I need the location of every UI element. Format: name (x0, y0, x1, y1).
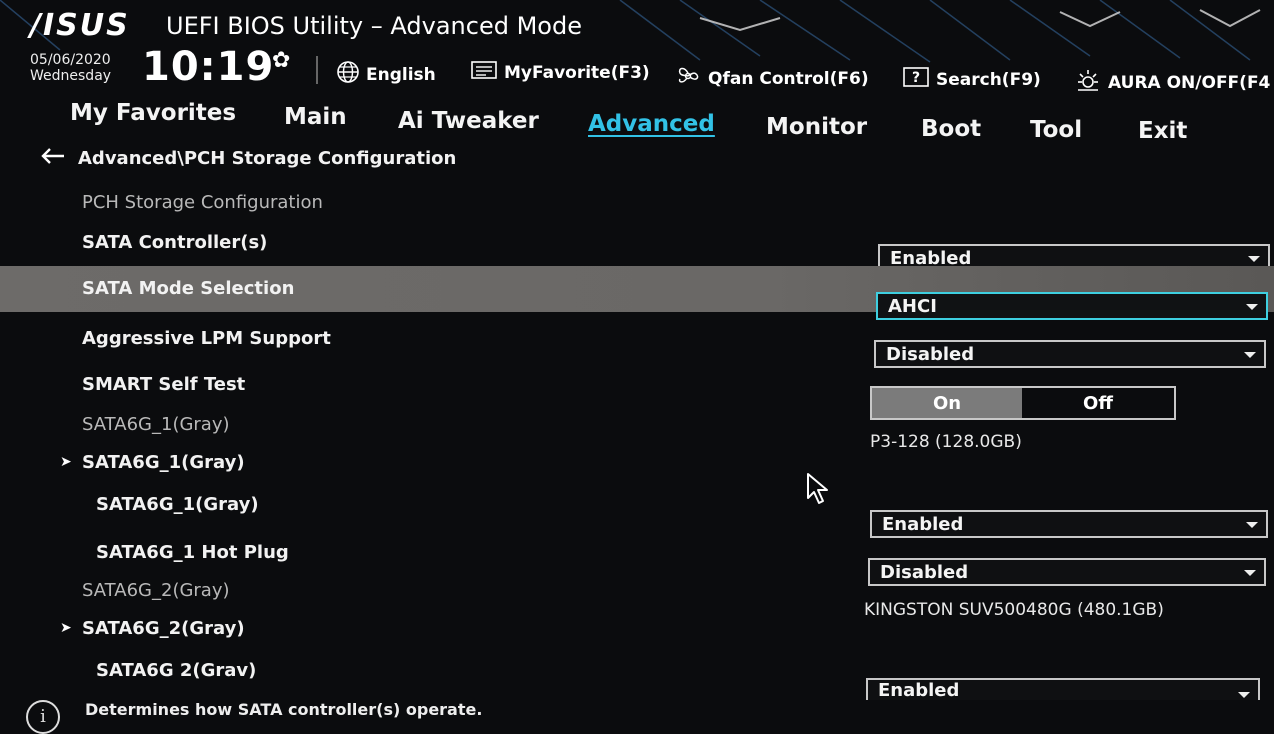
globe-icon (336, 60, 360, 89)
breadcrumb-path: Advanced\PCH Storage Configuration (78, 148, 457, 169)
section-title-row: PCH Storage Configuration (0, 182, 1274, 226)
chevron-down-icon (1246, 522, 1258, 528)
submenu-row-sata6g-2[interactable]: ➤ SATA6G_2(Gray) (0, 608, 1274, 652)
chevron-down-icon (1248, 256, 1260, 262)
expand-arrow-icon: ➤ (60, 454, 72, 470)
aura-label: AURA ON/OFF(F4 (1108, 72, 1271, 93)
svg-text:?: ? (912, 70, 920, 86)
submenu-label: SATA6G_1(Gray) (82, 452, 245, 473)
tab-my-favorites[interactable]: My Favorites (70, 100, 236, 126)
chevron-down-icon (1246, 304, 1258, 310)
setting-label: SATA6G_1(Gray) (96, 494, 259, 515)
gear-icon[interactable]: ✿ (272, 48, 290, 73)
qfan-control-button[interactable]: Qfan Control(F6) (674, 64, 869, 93)
date-text: 05/06/2020 (30, 52, 111, 68)
language-button[interactable]: English (336, 60, 436, 89)
back-arrow-icon[interactable] (40, 148, 66, 169)
port-label: SATA6G_1(Gray) (82, 414, 230, 435)
submenu-row-sata6g-1[interactable]: ➤ SATA6G_1(Gray) (0, 442, 1274, 486)
chevron-down-icon (1238, 692, 1250, 698)
setting-label: SATA6G_1 Hot Plug (96, 542, 289, 563)
tab-main[interactable]: Main (284, 104, 347, 130)
dropdown-value: Enabled (878, 680, 960, 700)
setting-label: Aggressive LPM Support (82, 328, 331, 349)
tab-exit[interactable]: Exit (1138, 118, 1187, 144)
setting-label: SATA6G 2(Grav) (96, 660, 257, 681)
asus-logo: /ISUS (30, 8, 130, 43)
section-title: PCH Storage Configuration (82, 192, 323, 213)
top-bar: /ISUS UEFI BIOS Utility – Advanced Mode … (0, 0, 1274, 100)
app-title: UEFI BIOS Utility – Advanced Mode (166, 12, 582, 40)
port-label: SATA6G_2(Gray) (82, 580, 230, 601)
favorite-icon (470, 60, 498, 85)
sata6g-2-port-dropdown[interactable]: Enabled (866, 678, 1260, 700)
clock: 10:19 (142, 44, 275, 90)
separator (316, 56, 318, 84)
sata-mode-dropdown[interactable]: AHCI (876, 292, 1268, 320)
search-label: Search(F9) (936, 69, 1041, 90)
myfavorite-button[interactable]: MyFavorite(F3) (470, 60, 650, 85)
tab-boot[interactable]: Boot (921, 116, 981, 142)
submenu-label: SATA6G_2(Gray) (82, 618, 245, 639)
tab-monitor[interactable]: Monitor (766, 114, 867, 140)
main-tabs: My Favorites Main Ai Tweaker Advanced Mo… (0, 96, 1274, 144)
tab-tool[interactable]: Tool (1030, 117, 1082, 143)
myfavorite-label: MyFavorite(F3) (504, 62, 650, 83)
breadcrumb: Advanced\PCH Storage Configuration (40, 148, 456, 169)
setting-label: SMART Self Test (82, 374, 246, 395)
qfan-control-label: Qfan Control(F6) (708, 68, 869, 89)
date-display: 05/06/2020 Wednesday (30, 52, 111, 84)
setting-label: SATA Mode Selection (82, 278, 295, 299)
setting-label: SATA Controller(s) (82, 232, 268, 253)
help-text: Determines how SATA controller(s) operat… (85, 700, 483, 719)
expand-arrow-icon: ➤ (60, 620, 72, 636)
search-icon: ? (902, 66, 930, 93)
dropdown-value: AHCI (888, 296, 937, 317)
fan-icon (674, 64, 702, 93)
mouse-cursor-icon (807, 473, 828, 504)
weekday-text: Wednesday (30, 68, 112, 84)
tab-advanced[interactable]: Advanced (588, 111, 715, 137)
tab-ai-tweaker[interactable]: Ai Tweaker (398, 108, 539, 134)
aura-icon (1074, 68, 1102, 97)
dropdown-value: Disabled (886, 344, 975, 365)
aura-toggle-button[interactable]: AURA ON/OFF(F4 (1074, 68, 1270, 97)
search-button[interactable]: ? Search(F9) (902, 66, 1041, 93)
chevron-down-icon (1244, 352, 1256, 358)
language-label: English (366, 64, 436, 85)
